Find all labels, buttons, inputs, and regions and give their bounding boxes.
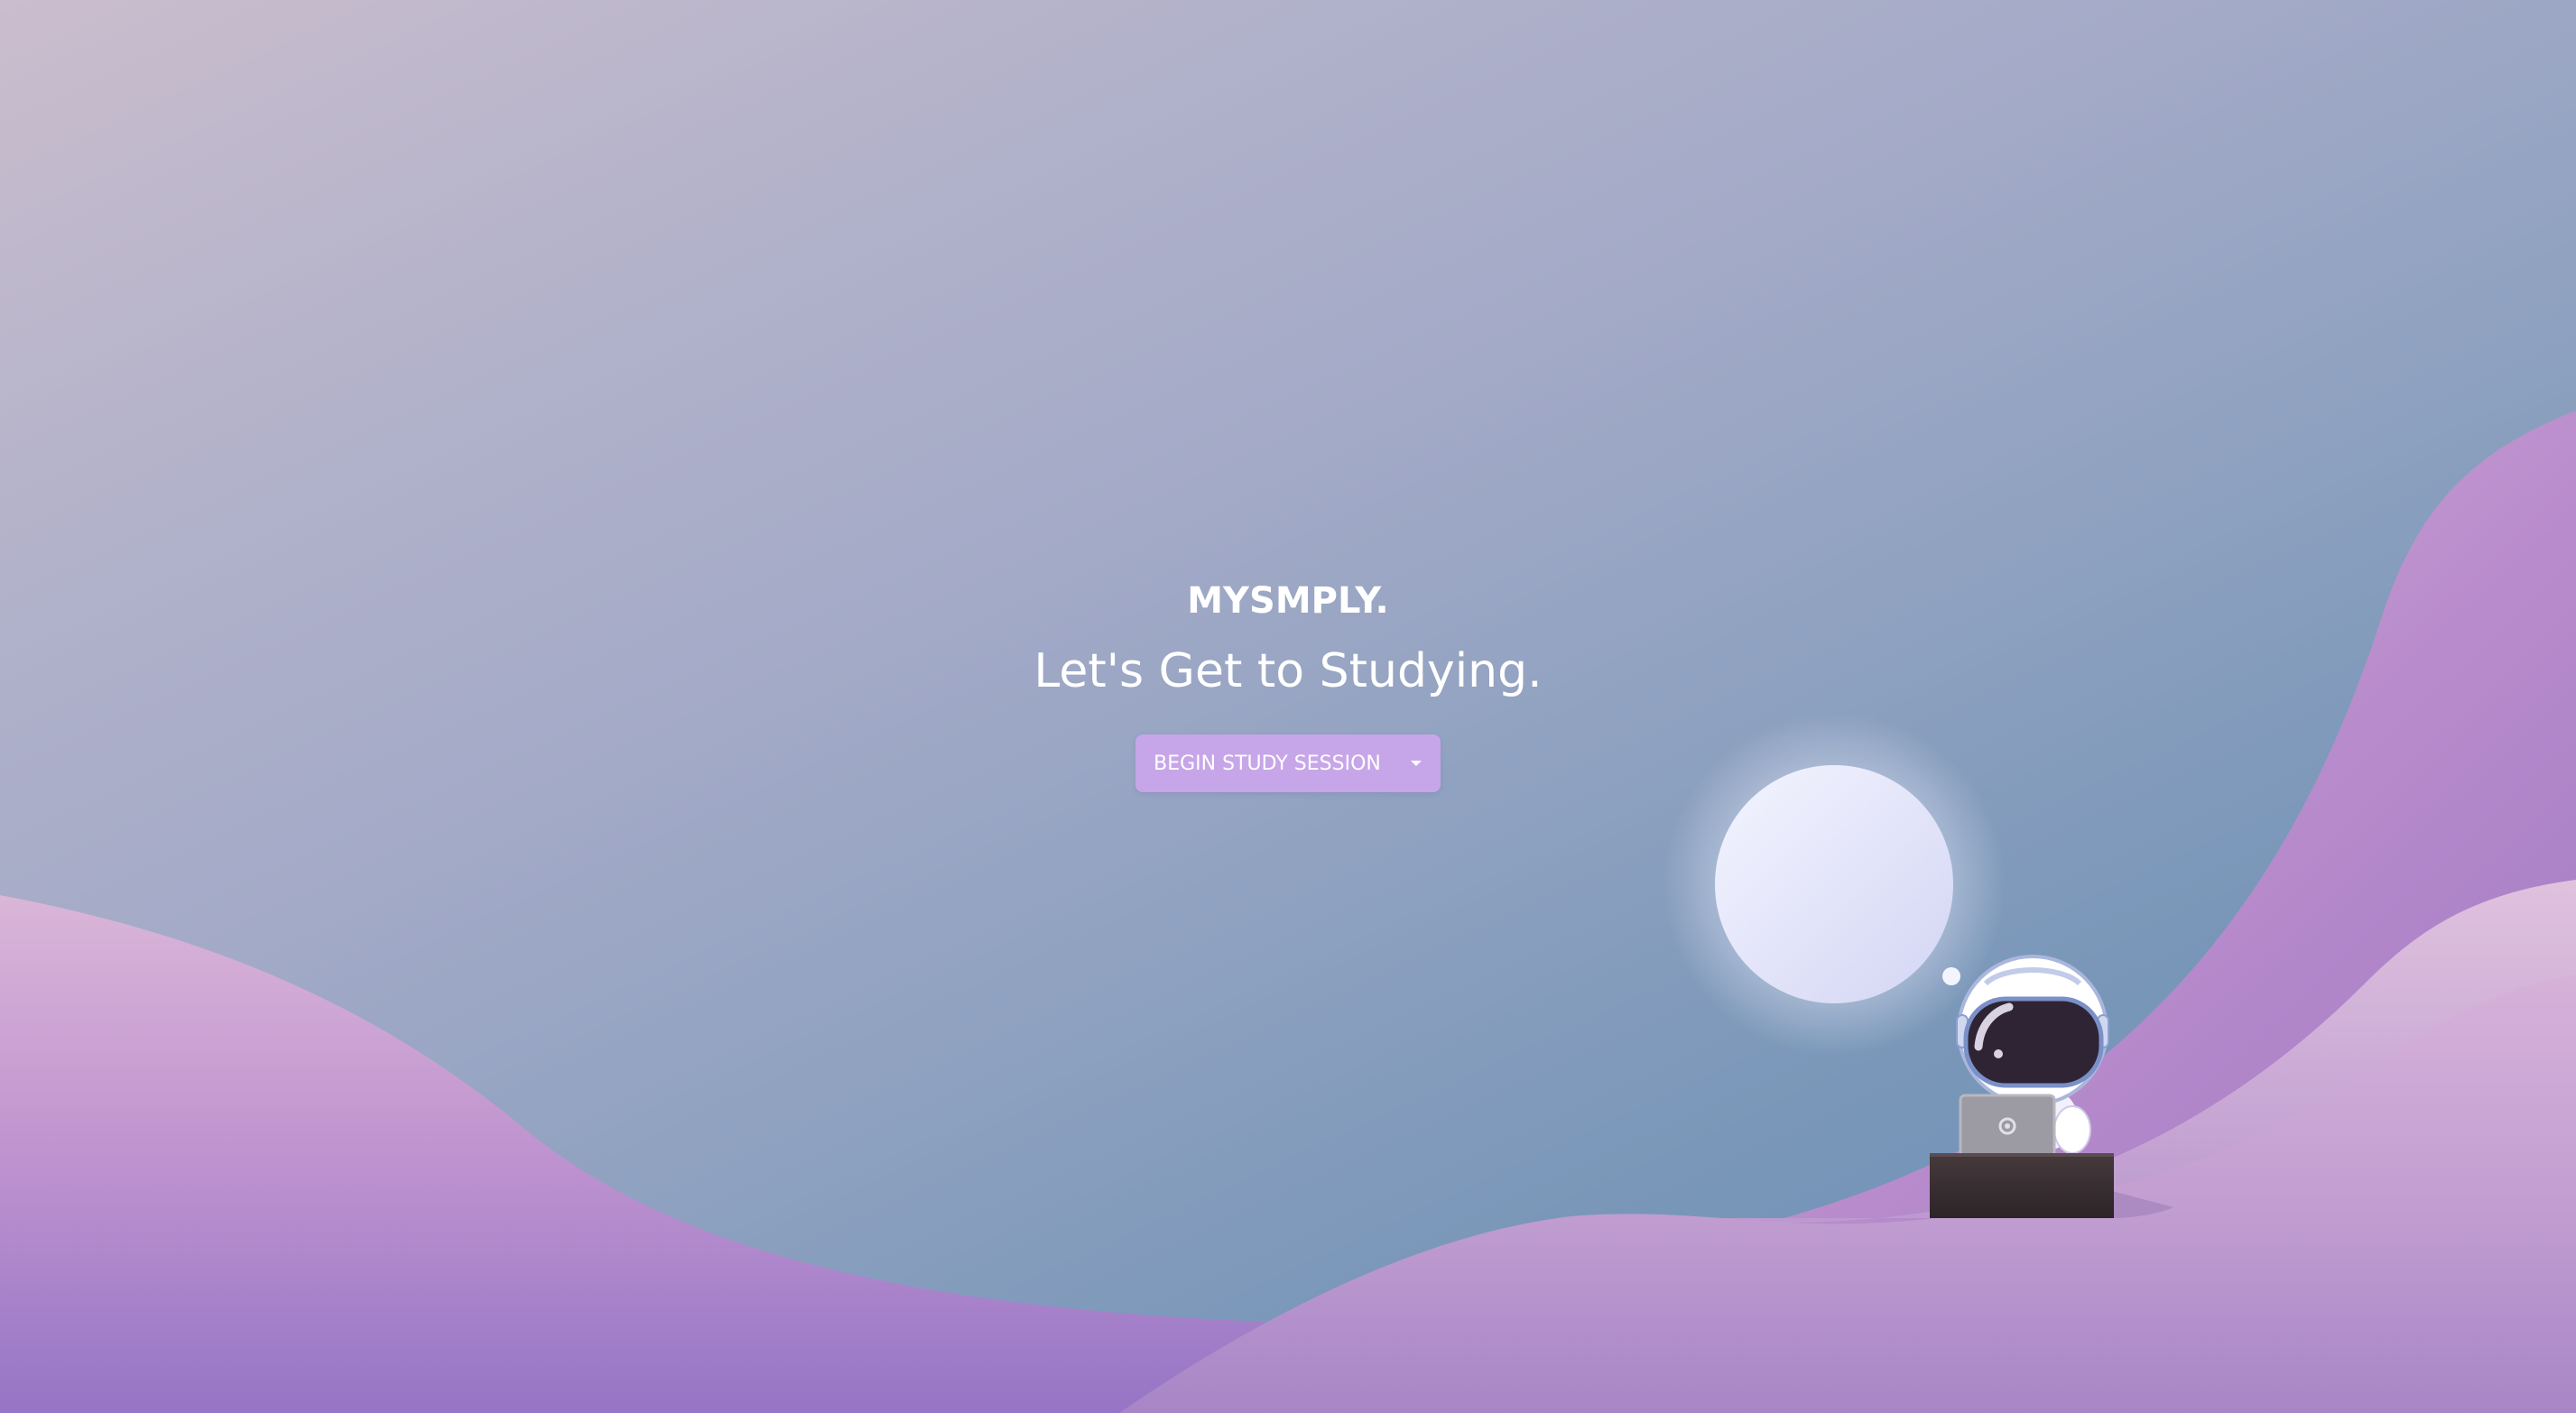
hill-left (0, 895, 1354, 1413)
thought-dot (1942, 967, 1960, 985)
page-title: Let's Get to Studying. (1033, 644, 1543, 698)
session-options-dropdown-toggle[interactable] (1397, 734, 1441, 792)
laptop-icon (1959, 1094, 2056, 1159)
hero-section: MYSMPLY. Let's Get to Studying. BEGIN ST… (0, 574, 2576, 792)
begin-study-session-label[interactable]: BEGIN STUDY SESSION (1135, 734, 1397, 792)
moon (1715, 765, 1953, 1003)
desk (1930, 1153, 2114, 1218)
begin-study-session-button[interactable]: BEGIN STUDY SESSION (1135, 734, 1441, 792)
brand-logo: MYSMPLY. (1187, 580, 1389, 622)
chevron-down-icon (1410, 761, 1422, 766)
